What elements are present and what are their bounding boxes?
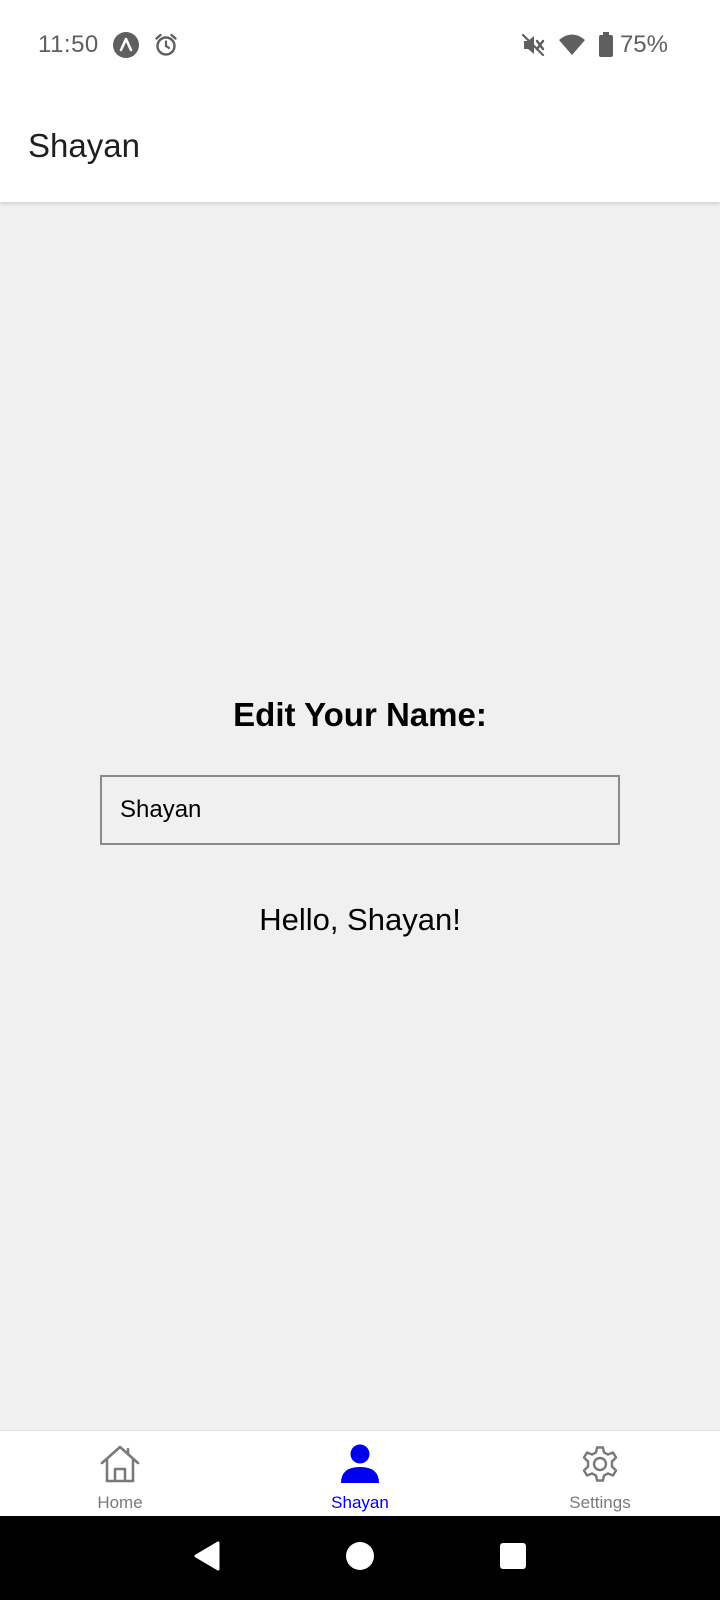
battery-percent: 75%: [619, 31, 668, 58]
back-button[interactable]: [177, 1528, 237, 1588]
page-title: Shayan: [28, 127, 140, 164]
edit-name-heading: Edit Your Name:: [233, 696, 487, 733]
alarm-icon: [153, 32, 179, 58]
home-icon: [98, 1443, 142, 1490]
bottom-tab-bar: Home Shayan Settings: [0, 1430, 720, 1516]
tab-settings[interactable]: Settings: [480, 1431, 720, 1516]
tab-home-label: Home: [97, 1493, 143, 1512]
tab-shayan-label: Shayan: [331, 1493, 389, 1512]
square-recents-icon: [499, 1542, 527, 1575]
tab-shayan[interactable]: Shayan: [240, 1431, 480, 1516]
recents-button[interactable]: [483, 1528, 543, 1588]
gear-icon: [578, 1443, 622, 1490]
status-left: 11:50: [38, 31, 179, 59]
status-time: 11:50: [38, 31, 99, 58]
phone-screen: 11:50 75% Shayan Edit Your Name: Shayan …: [0, 0, 720, 1600]
name-input[interactable]: [100, 775, 620, 845]
system-nav-bar: [0, 1516, 720, 1600]
circle-home-icon: [344, 1540, 376, 1577]
main-content: Edit Your Name: Hello, Shayan!: [0, 202, 720, 1430]
status-bar: 11:50 75%: [0, 0, 720, 90]
battery-icon: [598, 32, 614, 58]
back-icon: [192, 1540, 222, 1577]
wifi-icon: [558, 33, 586, 57]
app-notification-icon: [112, 32, 139, 58]
tab-home[interactable]: Home: [0, 1431, 240, 1516]
tab-settings-label: Settings: [569, 1493, 631, 1512]
vibrate-off-icon: [520, 32, 546, 58]
app-bar: Shayan: [0, 90, 720, 202]
home-nav-button[interactable]: [330, 1528, 390, 1588]
greeting-text: Hello, Shayan!: [259, 902, 461, 937]
status-right: 75%: [520, 31, 668, 59]
person-icon: [338, 1443, 382, 1490]
